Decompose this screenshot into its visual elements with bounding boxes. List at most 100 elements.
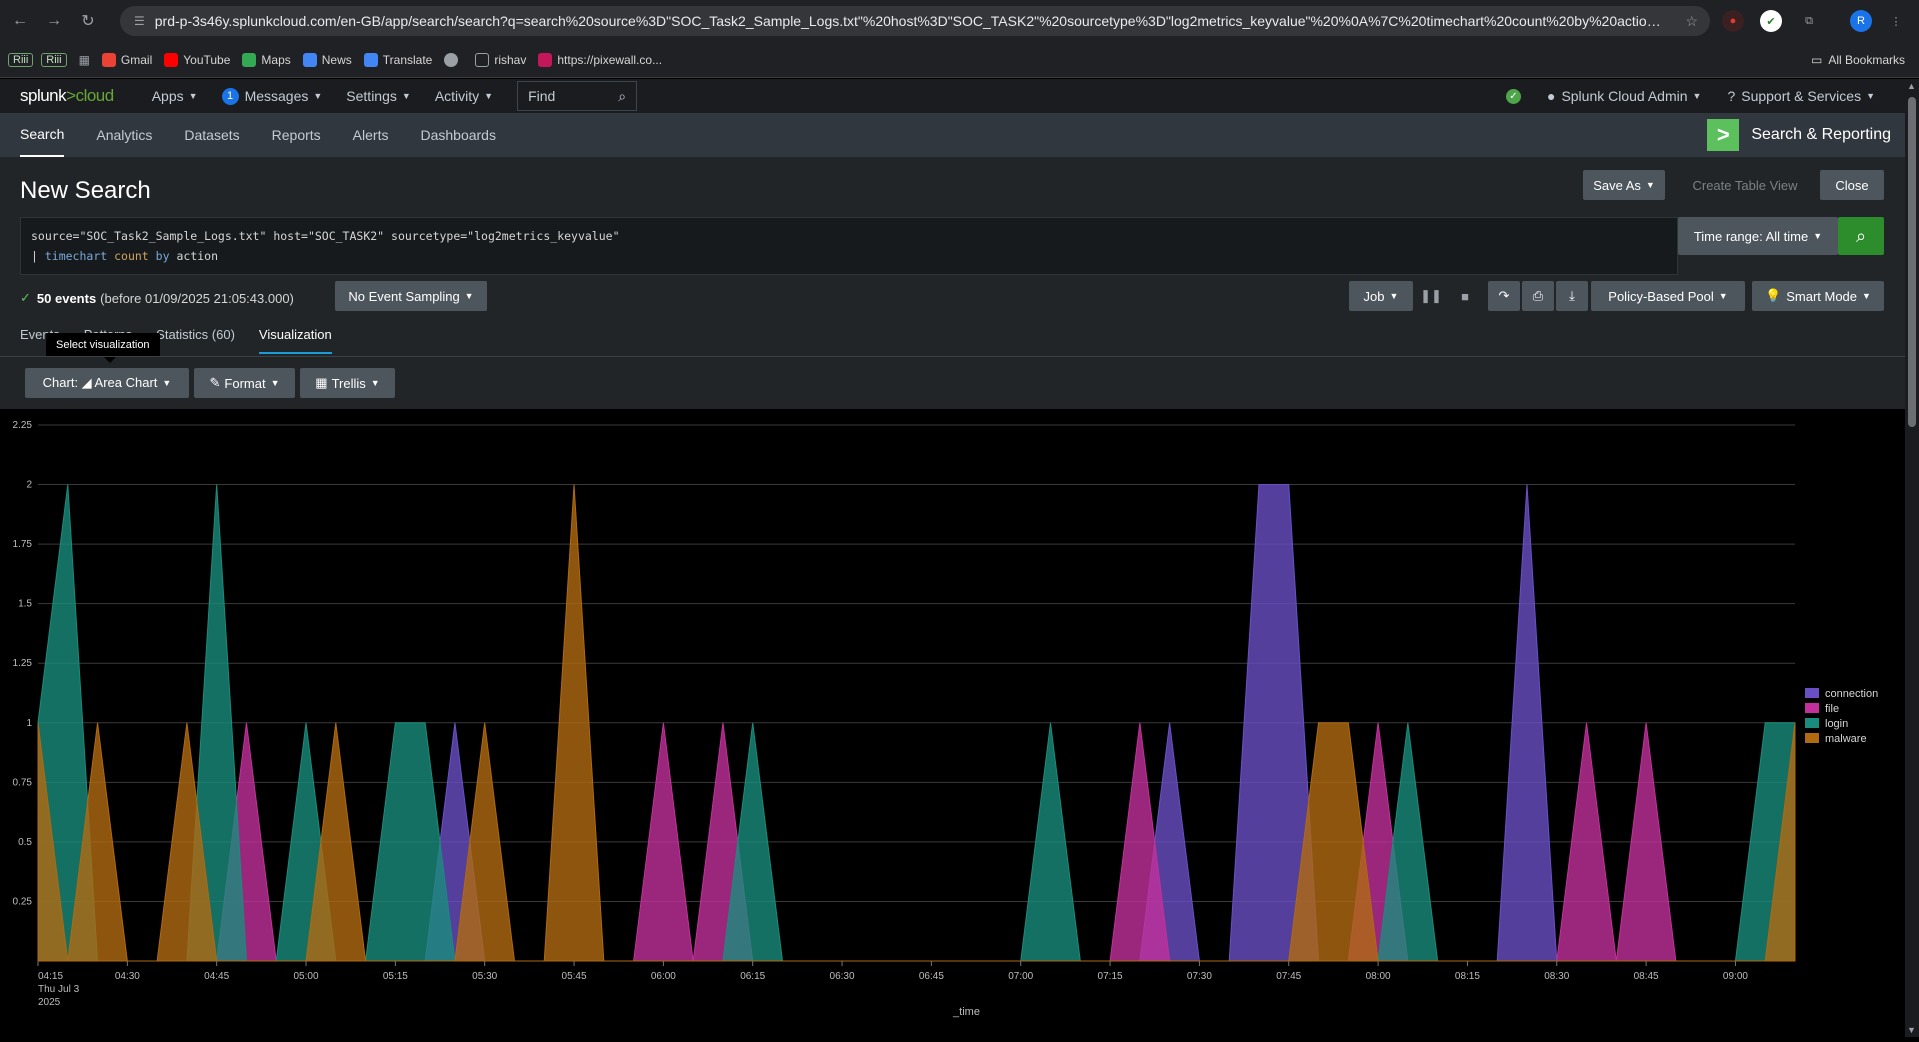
folder-icon bbox=[475, 52, 490, 67]
tab-visualization[interactable]: Visualization bbox=[258, 327, 332, 354]
search-button[interactable]: ⌕ bbox=[1838, 217, 1884, 255]
scroll-up-icon[interactable]: ▲ bbox=[1907, 81, 1916, 91]
bookmarks-bar: Riii Riii ▦ Gmail YouTube Maps News Tran… bbox=[0, 42, 1919, 78]
news-icon bbox=[302, 52, 317, 67]
page-title: New Search bbox=[20, 177, 151, 204]
all-bookmarks[interactable]: ▭ All Bookmarks bbox=[1811, 53, 1905, 67]
translate-icon bbox=[363, 52, 378, 67]
puzzle-icon[interactable]: ⧉ bbox=[1798, 10, 1820, 32]
url-text: prd-p-3s46y.splunkcloud.com/en-GB/app/se… bbox=[154, 13, 1665, 29]
profile-avatar[interactable]: R bbox=[1850, 10, 1872, 32]
user-icon: ● bbox=[1546, 88, 1556, 104]
app-nav-bar: Search Analytics Datasets Reports Alerts… bbox=[0, 113, 1905, 157]
bookmark-youtube[interactable]: YouTube bbox=[164, 52, 230, 67]
pause-icon[interactable]: ❚❚ bbox=[1418, 281, 1444, 311]
tab-search[interactable]: Search bbox=[20, 113, 65, 157]
caret-down-icon: ▼ bbox=[188, 91, 198, 101]
x-tick-sublabel: Thu Jul 3 bbox=[38, 984, 80, 995]
app-title: > Search & Reporting bbox=[1707, 119, 1891, 151]
tab-analytics[interactable]: Analytics bbox=[96, 113, 152, 157]
close-button[interactable]: Close bbox=[1820, 170, 1884, 200]
youtube-icon bbox=[164, 52, 179, 67]
x-tick-label: 07:15 bbox=[1098, 971, 1123, 982]
caret-down-icon: ▼ bbox=[1862, 291, 1871, 301]
find-input[interactable]: Find ⌕ bbox=[517, 81, 638, 111]
share-icon[interactable]: ↷ bbox=[1488, 281, 1520, 311]
search-reporting-icon: > bbox=[1707, 119, 1740, 151]
legend-swatch bbox=[1805, 733, 1819, 743]
x-tick-label: 05:00 bbox=[294, 971, 319, 982]
address-bar[interactable]: ☰ prd-p-3s46y.splunkcloud.com/en-GB/app/… bbox=[120, 6, 1710, 36]
print-icon[interactable]: ⎙ bbox=[1522, 281, 1554, 311]
forward-icon[interactable]: → bbox=[40, 7, 68, 35]
caret-down-icon: ▼ bbox=[313, 91, 323, 101]
time-range-picker[interactable]: Time range: All time ▼ bbox=[1678, 217, 1838, 255]
bookmark-star-icon[interactable]: ☆ bbox=[1685, 13, 1698, 30]
stop-icon[interactable]: ■ bbox=[1452, 281, 1478, 311]
activity-menu[interactable]: Activity ▼ bbox=[435, 88, 493, 104]
tab-dashboards[interactable]: Dashboards bbox=[420, 113, 496, 157]
job-menu[interactable]: Job ▼ bbox=[1349, 281, 1413, 311]
tabs-divider bbox=[0, 356, 1905, 357]
site-info-icon[interactable]: ☰ bbox=[134, 14, 145, 28]
caret-down-icon: ▼ bbox=[162, 378, 172, 388]
scroll-thumb[interactable] bbox=[1908, 97, 1916, 427]
search-mode-dropdown[interactable]: 💡 Smart Mode ▼ bbox=[1752, 281, 1884, 311]
user-menu[interactable]: ● Splunk Cloud Admin ▼ bbox=[1547, 88, 1701, 104]
legend-swatch bbox=[1805, 718, 1819, 728]
reload-icon[interactable]: ↻ bbox=[74, 7, 102, 35]
bookmark-gmail[interactable]: Gmail bbox=[101, 52, 152, 67]
x-tick-label: 08:45 bbox=[1634, 971, 1659, 982]
y-tick-label: 2.25 bbox=[13, 420, 33, 431]
tab-reports[interactable]: Reports bbox=[272, 113, 321, 157]
health-status-icon[interactable]: ✓ bbox=[1505, 88, 1521, 104]
y-tick-label: 1 bbox=[26, 718, 32, 729]
bookmark-maps[interactable]: Maps bbox=[242, 52, 291, 67]
x-tick-label: 05:45 bbox=[562, 971, 587, 982]
x-tick-label: 05:15 bbox=[383, 971, 408, 982]
extension-icon[interactable]: ● bbox=[1722, 10, 1744, 32]
bookmark-translate[interactable]: Translate bbox=[363, 52, 432, 67]
x-tick-label: 04:45 bbox=[204, 971, 229, 982]
bookmark-folder-rishav[interactable]: rishav bbox=[475, 52, 526, 67]
y-tick-label: 0.25 bbox=[13, 896, 33, 907]
check-icon: ✓ bbox=[20, 290, 31, 305]
bookmark-pixewall[interactable]: https://pixewall.co... bbox=[538, 52, 662, 67]
lightbulb-icon: 💡 bbox=[1765, 288, 1782, 303]
trellis-button[interactable]: ▦ Trellis ▼ bbox=[300, 368, 395, 398]
save-as-button[interactable]: Save As ▼ bbox=[1583, 170, 1665, 200]
support-menu[interactable]: ? Support & Services ▼ bbox=[1727, 88, 1875, 104]
scroll-down-icon[interactable]: ▼ bbox=[1907, 1025, 1916, 1035]
shield-extension-icon[interactable]: ✔ bbox=[1760, 10, 1782, 32]
legend-label: login bbox=[1825, 718, 1848, 730]
tab-statistics[interactable]: Statistics (60) bbox=[156, 327, 235, 354]
apps-grid-icon[interactable]: ▦ bbox=[79, 53, 90, 67]
tab-alerts[interactable]: Alerts bbox=[353, 113, 389, 157]
menu-icon[interactable]: ⋮ bbox=[1885, 10, 1907, 32]
bookmark-pill[interactable]: Riii bbox=[41, 52, 67, 67]
bookmark-pill[interactable]: Riii bbox=[8, 52, 34, 67]
x-tick-label: 04:30 bbox=[115, 971, 140, 982]
x-tick-label: 09:00 bbox=[1723, 971, 1748, 982]
settings-menu[interactable]: Settings ▼ bbox=[346, 88, 411, 104]
policy-pool-dropdown[interactable]: Policy-Based Pool ▼ bbox=[1591, 281, 1745, 311]
page-scrollbar[interactable]: ▲ ▼ bbox=[1905, 79, 1919, 1037]
messages-menu[interactable]: 1 Messages ▼ bbox=[221, 87, 323, 105]
tab-datasets[interactable]: Datasets bbox=[184, 113, 239, 157]
splunk-logo[interactable]: splunk>cloud bbox=[20, 86, 114, 106]
area-chart[interactable]: 0.25 0.5 0.75 1 1.25 1.5 1.75 2 2.25 04:15 04:30 04… bbox=[0, 409, 1905, 1037]
bookmark-globe[interactable] bbox=[444, 52, 463, 67]
legend-label: malware bbox=[1825, 733, 1867, 745]
back-icon[interactable]: ← bbox=[6, 7, 34, 35]
help-icon: ? bbox=[1727, 88, 1736, 104]
chart-type-button[interactable]: Chart: ◢ Area Chart ▼ bbox=[25, 368, 189, 398]
export-icon[interactable]: ⤓ bbox=[1556, 281, 1588, 311]
create-table-view-button[interactable]: Create Table View bbox=[1680, 170, 1810, 200]
bookmark-news[interactable]: News bbox=[302, 52, 352, 67]
events-count: 50 events bbox=[36, 290, 97, 306]
legend-label: connection bbox=[1825, 688, 1878, 700]
search-query-input[interactable]: source="SOC_Task2_Sample_Logs.txt" host=… bbox=[20, 217, 1678, 275]
format-button[interactable]: ✎ Format ▼ bbox=[194, 368, 295, 398]
apps-menu[interactable]: Apps ▼ bbox=[152, 88, 198, 104]
event-sampling-dropdown[interactable]: No Event Sampling ▼ bbox=[335, 281, 487, 311]
